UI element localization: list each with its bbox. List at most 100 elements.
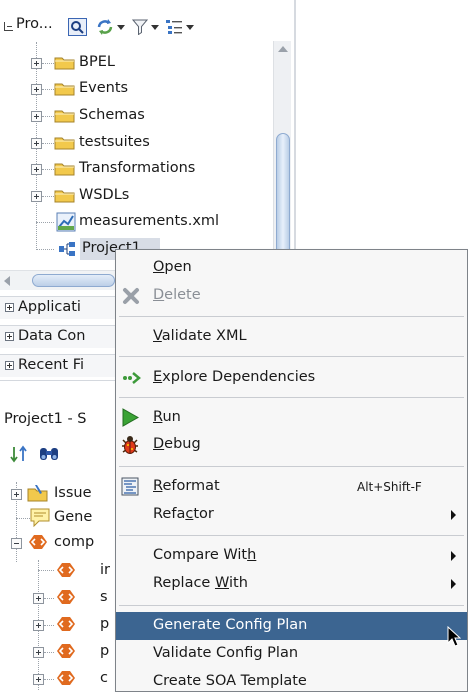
- expand-icon[interactable]: [31, 138, 42, 149]
- menu-item-explore-dependencies[interactable]: Explore Dependencies: [116, 364, 467, 392]
- list-options-dropdown-icon[interactable]: [186, 25, 194, 30]
- menu-item-label: Delete: [153, 287, 201, 304]
- tree-row[interactable]: Schemas: [0, 103, 270, 129]
- tree-label: Issue: [54, 485, 92, 501]
- submenu-arrow-icon: [451, 579, 456, 589]
- tree-branch: [44, 679, 54, 680]
- label-rest: ebug: [164, 436, 201, 452]
- expand-icon[interactable]: [31, 164, 42, 175]
- accordion-data-connections[interactable]: Data Con: [0, 325, 115, 348]
- expand-icon[interactable]: [11, 489, 22, 500]
- filter-icon[interactable]: [132, 19, 148, 35]
- tree-row[interactable]: ir: [0, 558, 115, 584]
- sort-icon[interactable]: [10, 445, 30, 463]
- tree-row[interactable]: p: [0, 612, 115, 638]
- menu-item-label: Debug: [153, 436, 201, 453]
- tree-branch: [42, 116, 54, 117]
- accordion-applications[interactable]: Applicati: [0, 296, 115, 319]
- menu-item-refactor[interactable]: Refactor: [116, 501, 467, 529]
- horizontal-scrollbar[interactable]: [0, 270, 115, 290]
- scrollbar-thumb[interactable]: [276, 133, 290, 257]
- delete-x-icon: [123, 288, 139, 304]
- vertical-scrollbar[interactable]: [273, 41, 291, 259]
- panel-separator: [0, 380, 115, 381]
- tree-row[interactable]: Gene: [0, 506, 115, 530]
- collapse-icon[interactable]: [11, 538, 22, 549]
- mnemonic: V: [153, 328, 162, 344]
- expand-icon[interactable]: [33, 647, 44, 658]
- label-rest: ith: [229, 575, 248, 591]
- menu-item-debug[interactable]: Debug: [116, 431, 467, 459]
- composite-icon: [59, 242, 75, 256]
- tree-label: Events: [79, 80, 129, 96]
- refresh-icon[interactable]: [96, 18, 114, 36]
- expand-panel-icon[interactable]: [5, 303, 14, 312]
- menu-item-label: Compare With: [153, 547, 256, 564]
- menu-item-delete[interactable]: Delete: [116, 282, 467, 310]
- folder-icon: [54, 163, 75, 176]
- menu-separator: [119, 397, 464, 398]
- composite-diamond-icon: [57, 563, 75, 577]
- label-start: Refa: [153, 506, 186, 522]
- expand-icon[interactable]: [31, 111, 42, 122]
- expand-icon[interactable]: [33, 674, 44, 685]
- tree-row[interactable]: Events: [0, 76, 270, 102]
- menu-item-replace-with[interactable]: Replace With: [116, 570, 467, 598]
- label-rest: xplore Dependencies: [162, 369, 316, 385]
- tree-label: comp: [54, 534, 95, 550]
- menu-item-compare-with[interactable]: Compare With: [116, 542, 467, 570]
- tree-row[interactable]: BPEL: [0, 50, 270, 76]
- mnemonic: D: [153, 287, 165, 303]
- label-rest: un: [162, 409, 181, 425]
- menu-item-label: Refactor: [153, 506, 214, 523]
- horizontal-scrollbar-thumb[interactable]: [32, 274, 115, 287]
- expand-icon[interactable]: [33, 593, 44, 604]
- tree-row[interactable]: Issue: [0, 482, 115, 506]
- menu-separator: [119, 535, 464, 536]
- binoculars-icon[interactable]: [38, 445, 60, 463]
- tree-row[interactable]: WSDLs: [0, 183, 270, 209]
- tree-row[interactable]: p: [0, 639, 115, 665]
- menu-item-label: Generate Config Plan: [153, 617, 308, 633]
- label-rest: eformat: [162, 478, 220, 494]
- tree-row[interactable]: comp: [0, 530, 115, 556]
- structure-pane-title: Project1 - S: [4, 411, 87, 427]
- expand-icon[interactable]: [31, 58, 42, 69]
- accordion-label: Recent Fi: [18, 357, 85, 373]
- navigator-icon[interactable]: [68, 18, 87, 36]
- folder-icon: [54, 137, 75, 150]
- tree-row[interactable]: measurements.xml: [0, 209, 270, 235]
- menu-item-reformat[interactable]: Reformat Alt+Shift-F: [116, 473, 467, 501]
- menu-separator: [119, 466, 464, 467]
- tree-row[interactable]: testsuites: [0, 130, 270, 156]
- expand-icon[interactable]: [33, 620, 44, 631]
- composite-diamond-icon: [57, 671, 75, 685]
- tree-row[interactable]: s: [0, 585, 115, 611]
- accordion-recent-files[interactable]: Recent Fi: [0, 354, 115, 377]
- composite-diamond-icon: [57, 644, 75, 658]
- accordion-label: Applicati: [18, 299, 81, 315]
- filter-dropdown-icon[interactable]: [151, 25, 159, 30]
- menu-item-validate-config-plan[interactable]: Validate Config Plan: [116, 640, 467, 668]
- menu-item-generate-config-plan[interactable]: Generate Config Plan: [116, 612, 467, 640]
- issues-folder-icon: [27, 485, 48, 502]
- expand-icon[interactable]: [31, 84, 42, 95]
- list-options-icon[interactable]: [165, 18, 183, 36]
- tree-row[interactable]: Transformations: [0, 156, 270, 182]
- menu-item-validate-xml[interactable]: Validate XML: [116, 323, 467, 351]
- debug-icon: [122, 436, 138, 454]
- tree-branch: [44, 598, 54, 599]
- tree-label: s: [100, 589, 108, 605]
- tree-row[interactable]: c: [0, 666, 115, 692]
- expand-panel-icon[interactable]: [5, 361, 14, 370]
- expand-icon[interactable]: [31, 191, 42, 202]
- menu-item-open[interactable]: Open: [116, 254, 467, 282]
- projects-pane-header: Pro...: [0, 12, 298, 40]
- menu-item-run[interactable]: Run: [116, 404, 467, 432]
- scroll-left-arrow-icon[interactable]: [4, 276, 10, 286]
- refresh-dropdown-icon[interactable]: [117, 25, 125, 30]
- expand-panel-icon[interactable]: [5, 332, 14, 341]
- scroll-up-arrow-icon[interactable]: [278, 46, 288, 52]
- menu-item-create-soa-template[interactable]: Create SOA Template: [116, 668, 467, 692]
- structure-pane: Project1 - S Issue Gene comp ir s p p c: [0, 396, 115, 692]
